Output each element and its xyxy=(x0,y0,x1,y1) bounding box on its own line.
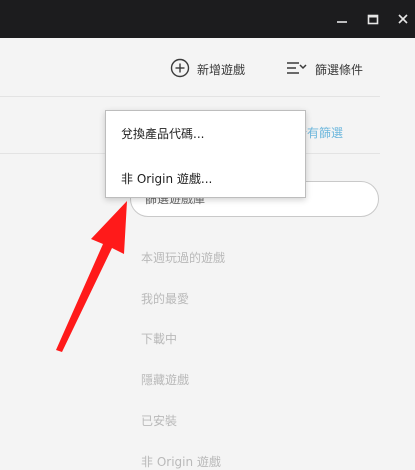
filter-favorites[interactable]: 我的最愛 xyxy=(141,290,189,307)
add-game-label: 新增遊戲 xyxy=(197,62,246,77)
filter-label: 篩選條件 xyxy=(315,62,364,77)
toolbar-divider xyxy=(0,96,380,97)
filter-non-origin-games[interactable]: 非 Origin 遊戲 xyxy=(141,453,221,470)
filter-downloading[interactable]: 下載中 xyxy=(141,330,177,347)
menu-item-redeem-product-code[interactable]: 兌換產品代碼... xyxy=(121,125,204,142)
filter-lines-icon xyxy=(286,60,308,79)
filter-played-this-week[interactable]: 本週玩過的遊戲 xyxy=(141,249,225,266)
maximize-icon[interactable] xyxy=(366,12,380,26)
add-game-dropdown-menu: 兌換產品代碼... 非 Origin 遊戲... xyxy=(105,110,306,198)
window-titlebar xyxy=(0,0,415,38)
close-icon[interactable] xyxy=(396,12,410,26)
filter-hidden-games[interactable]: 隱藏遊戲 xyxy=(141,371,189,388)
plus-circle-icon xyxy=(170,58,190,81)
filter-installed[interactable]: 已安裝 xyxy=(141,412,177,429)
menu-item-non-origin-game[interactable]: 非 Origin 遊戲... xyxy=(121,170,212,187)
minimize-icon[interactable] xyxy=(335,12,349,26)
filter-button[interactable]: 篩選條件 xyxy=(286,58,363,80)
add-game-button[interactable]: 新增遊戲 xyxy=(170,58,245,80)
